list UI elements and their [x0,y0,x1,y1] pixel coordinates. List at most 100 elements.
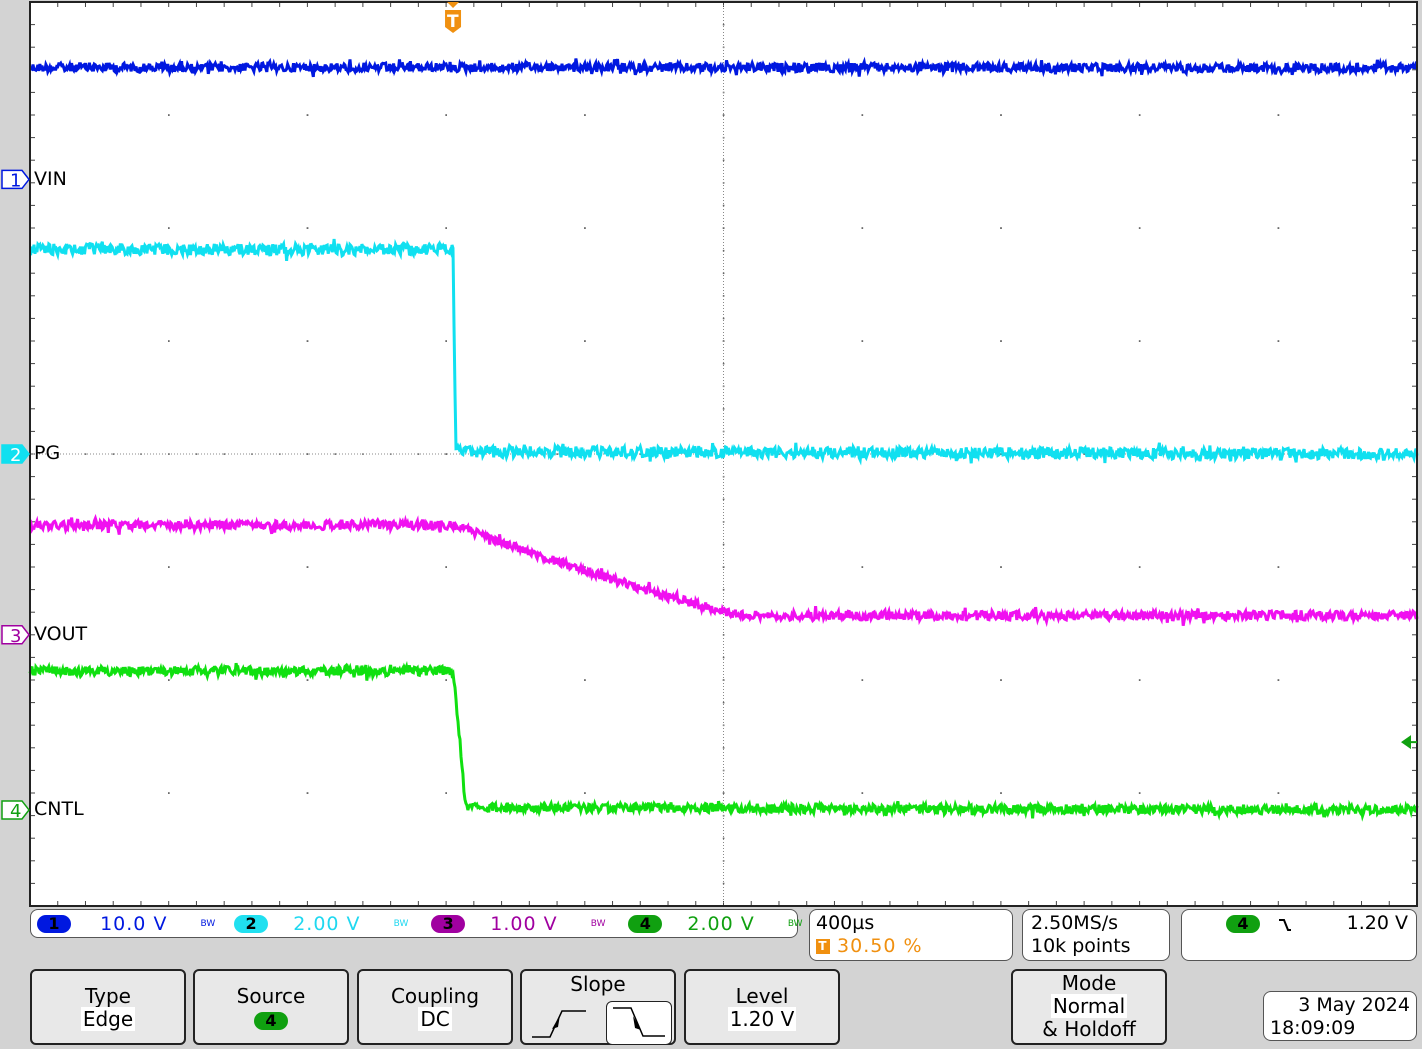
ch4-badge: 4 [628,915,663,933]
ch3-bw-icon: BW [590,919,606,929]
grid-dot [1277,114,1280,116]
channel-readout-bar[interactable]: 1 10.0 V BW 2 2.00 V BW 3 1.00 V BW 4 2.… [30,909,803,938]
channel-3-label: VOUT [34,623,88,645]
type-label: Type [85,984,131,1008]
channel-1-label: VIN [34,168,67,190]
grid-dot [584,227,586,229]
falling-slope-selected[interactable] [606,1001,672,1045]
mode-label: Mode [1061,971,1117,995]
grid-dot [306,792,309,794]
ch2-bw-icon: BW [393,919,409,929]
record-length: 10k points [1031,935,1131,957]
grid-dot [722,159,725,162]
acquisition-readout[interactable]: 2.50MS/s 10k points [1022,909,1170,961]
ch2-scale: 2.00 V [293,913,361,935]
ch1-scale: 10.0 V [100,913,168,935]
grid-dot [556,453,558,455]
trigger-readout[interactable]: 4 1.20 V [1181,909,1417,961]
grid-dot [306,679,309,681]
grid-dot [1000,227,1002,229]
grid-dot [584,679,586,681]
coupling-label: Coupling [390,984,480,1008]
source-button[interactable]: Source 4 [193,969,349,1045]
trigger-position-value: 30.50 % [837,935,923,957]
trigger-level: 1.20 V [1346,912,1408,934]
grid-dot [722,792,725,794]
grid-dot [1138,566,1141,568]
grid-dot [1277,792,1280,794]
ch2-readout[interactable]: 2 2.00 V BW [234,913,426,935]
slope-button[interactable]: Slope [520,969,676,1045]
grid-dot [861,566,864,568]
coupling-button[interactable]: Coupling DC [357,969,513,1045]
grid-dot [584,114,586,116]
grid-dot [1277,227,1280,229]
grid-dot [1000,114,1002,116]
level-button[interactable]: Level 1.20 V [684,969,840,1045]
type-value: Edge [80,1007,136,1031]
grid-dot [445,227,447,229]
grid-dot [223,453,226,455]
ch1-bw-icon: BW [200,919,216,929]
channel-4-label: CNTL [34,798,84,820]
marker-number: 3 [10,626,21,647]
time: 18:09:09 [1270,1017,1356,1039]
ch4-bw-icon: BW [787,919,803,929]
grid-dot [722,114,725,116]
falling-slope-button-icon [613,1007,665,1037]
grid-dot [306,114,309,116]
ch3-badge: 3 [431,915,466,933]
rising-slope-icon[interactable] [530,1005,590,1041]
marker-number: 1 [10,170,21,191]
source-label: Source [236,984,306,1008]
source-value-badge: 4 [254,1011,288,1030]
marker-number: 2 [10,445,21,466]
grid-dot [168,566,170,568]
slope-label: Slope [570,972,626,996]
grid-dot [445,453,447,455]
mode-button[interactable]: Mode Normal & Holdoff [1011,969,1167,1045]
level-value: 1.20 V [727,1007,797,1031]
grid-dot [168,792,170,794]
grid-dot [861,679,864,681]
grid-dot [722,747,725,749]
channel-2-label: PG [34,442,61,464]
grid-dot [1277,679,1280,681]
grid-dot [306,566,309,568]
ch1-badge: 1 [37,915,71,933]
grid-dot [1277,566,1280,568]
grid-dot [306,227,309,229]
grid-dot [722,408,725,410]
type-button[interactable]: Type Edge [30,969,186,1045]
grid-dot [861,340,864,342]
grid-dot [1138,792,1141,794]
grid-dot [1000,566,1002,568]
timebase-readout[interactable]: 400µs T 30.50 % [809,909,1013,961]
level-label: Level [735,984,789,1008]
grid-dot [584,340,586,342]
grid-dot [1000,679,1002,681]
grid-dot [306,340,309,342]
grid-dot [168,227,170,229]
grid-dot [1000,792,1002,794]
trigger-t-icon: T [816,939,830,954]
ch2-badge: 2 [234,915,269,933]
ch4-readout[interactable]: 4 2.00 V BW [628,913,803,935]
timebase-scale: 400µs [816,912,875,934]
ch3-scale: 1.00 V [490,913,558,935]
ch1-readout[interactable]: 1 10.0 V BW [37,913,229,935]
grid-dot [168,340,170,342]
mode-value: Normal [1050,994,1128,1018]
trigger-t-letter: T [447,12,459,32]
datetime-readout: 3 May 2024 18:09:09 [1263,991,1417,1041]
grid-dot [1138,340,1141,342]
ch3-readout[interactable]: 3 1.00 V BW [431,913,623,935]
grid-dot [1000,340,1002,342]
grid-dot [861,114,864,116]
grid-dot [445,114,447,116]
grid-dot [168,114,170,116]
grid-dot [722,23,725,26]
grid-dot [445,340,447,342]
trigger-position: T 30.50 % [816,935,1006,958]
grid-dot [861,792,864,794]
